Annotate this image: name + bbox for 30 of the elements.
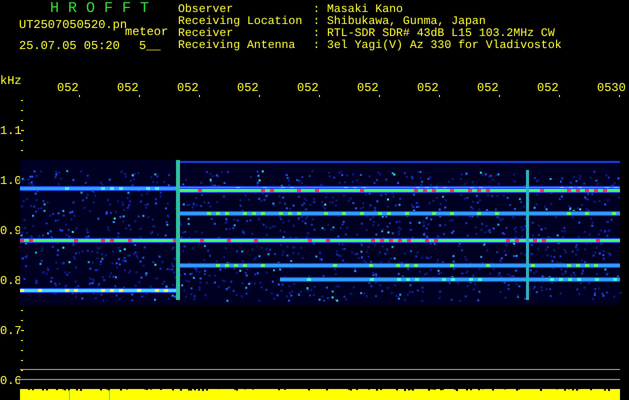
time-label: 052 — [177, 81, 199, 95]
info-separator: : — [313, 16, 321, 28]
info-value: 3el Yagi(V) Az 330 for Vladivostok — [327, 40, 562, 52]
time-label: 052 — [297, 81, 319, 95]
frequency-label: 1.1 — [0, 124, 22, 138]
file-tag: meteor — [125, 26, 168, 38]
axis-unit: kHz — [0, 74, 22, 88]
app-title: H R O F F T — [50, 3, 150, 15]
info-label: Observer — [178, 4, 234, 16]
info-separator: : — [313, 4, 321, 16]
info-label: Receiver — [178, 28, 234, 40]
time-label: 052 — [417, 81, 439, 95]
time-label: 052 — [537, 81, 559, 95]
info-value: Shibukawa, Gunma, Japan — [327, 16, 487, 28]
frequency-label: 0.6 — [0, 374, 22, 388]
time-label: 052 — [477, 81, 499, 95]
time-label: 052 — [57, 81, 79, 95]
time-label: 052 — [237, 81, 259, 95]
timestamp: 25.07.05 05:20 — [19, 40, 120, 52]
info-separator: : — [313, 28, 321, 40]
time-label: 052 — [117, 81, 139, 95]
time-label: 0530 — [597, 81, 626, 95]
info-label: Receiving Antenna — [178, 40, 296, 52]
count-label: 5__ — [139, 40, 161, 52]
time-label: 052 — [357, 81, 379, 95]
info-value: Masaki Kano — [327, 4, 404, 16]
frequency-label: 0.7 — [0, 324, 22, 338]
info-value: RTL-SDR SDR# 43dB L15 103.2MHz CW — [327, 28, 555, 40]
info-separator: : — [313, 40, 321, 52]
info-label: Receiving Location — [178, 16, 304, 28]
